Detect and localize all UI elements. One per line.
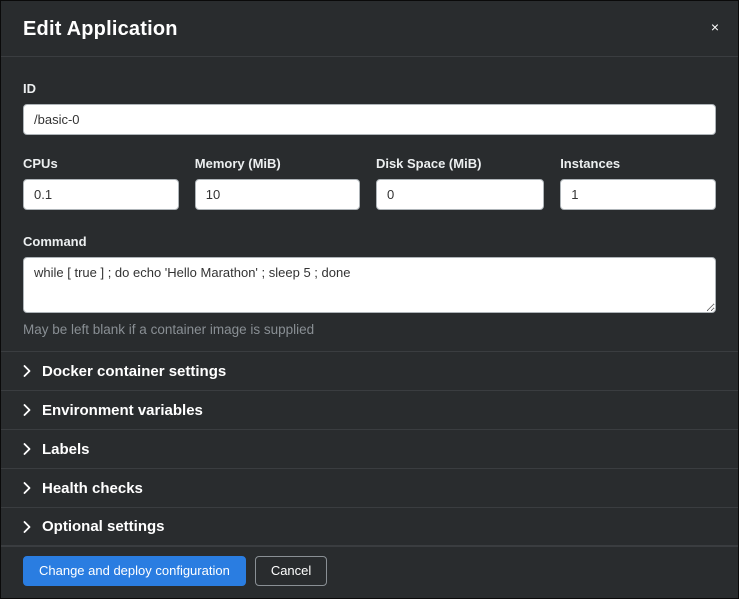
section-label: Health checks xyxy=(42,480,143,497)
chevron-right-icon xyxy=(23,365,31,377)
close-icon[interactable]: × xyxy=(707,16,723,38)
id-field[interactable] xyxy=(23,104,716,135)
disk-field-label: Disk Space (MiB) xyxy=(376,156,544,171)
section-labels[interactable]: Labels xyxy=(1,429,738,468)
section-optional-settings[interactable]: Optional settings xyxy=(1,507,738,546)
form-body: ID CPUs Memory (MiB) Disk Space (MiB) In… xyxy=(1,57,738,337)
section-environment-variables[interactable]: Environment variables xyxy=(1,390,738,429)
disk-field[interactable] xyxy=(376,179,544,210)
id-field-label: ID xyxy=(23,81,716,96)
chevron-right-icon xyxy=(23,482,31,494)
instances-field[interactable] xyxy=(560,179,716,210)
memory-field-group: Memory (MiB) xyxy=(195,156,360,210)
submit-button[interactable]: Change and deploy configuration xyxy=(23,556,246,586)
edit-application-modal: Edit Application × ID CPUs Memory (MiB) … xyxy=(0,0,739,599)
chevron-right-icon xyxy=(23,521,31,533)
chevron-right-icon xyxy=(23,404,31,416)
chevron-right-icon xyxy=(23,443,31,455)
cpus-field-group: CPUs xyxy=(23,156,179,210)
page-title: Edit Application xyxy=(23,18,716,41)
section-label: Labels xyxy=(42,441,90,458)
memory-field-label: Memory (MiB) xyxy=(195,156,360,171)
command-field-label: Command xyxy=(23,234,716,249)
command-field-group: Command while [ true ] ; do echo 'Hello … xyxy=(23,234,716,337)
disk-field-group: Disk Space (MiB) xyxy=(376,156,544,210)
section-label: Docker container settings xyxy=(42,363,226,380)
command-help-text: May be left blank if a container image i… xyxy=(23,322,716,337)
cancel-button[interactable]: Cancel xyxy=(255,556,327,586)
section-label: Environment variables xyxy=(42,402,203,419)
command-field[interactable]: while [ true ] ; do echo 'Hello Marathon… xyxy=(23,257,716,313)
id-field-group: ID xyxy=(23,81,716,135)
resources-field-row: CPUs Memory (MiB) Disk Space (MiB) Insta… xyxy=(23,156,716,210)
collapsible-sections: Docker container settings Environment va… xyxy=(1,351,738,546)
section-label: Optional settings xyxy=(42,518,165,535)
instances-field-label: Instances xyxy=(560,156,716,171)
modal-header: Edit Application × xyxy=(1,1,738,57)
cpus-field[interactable] xyxy=(23,179,179,210)
instances-field-group: Instances xyxy=(560,156,716,210)
section-docker-container-settings[interactable]: Docker container settings xyxy=(1,351,738,390)
cpus-field-label: CPUs xyxy=(23,156,179,171)
section-health-checks[interactable]: Health checks xyxy=(1,468,738,507)
memory-field[interactable] xyxy=(195,179,360,210)
modal-footer: Change and deploy configuration Cancel xyxy=(1,546,738,599)
